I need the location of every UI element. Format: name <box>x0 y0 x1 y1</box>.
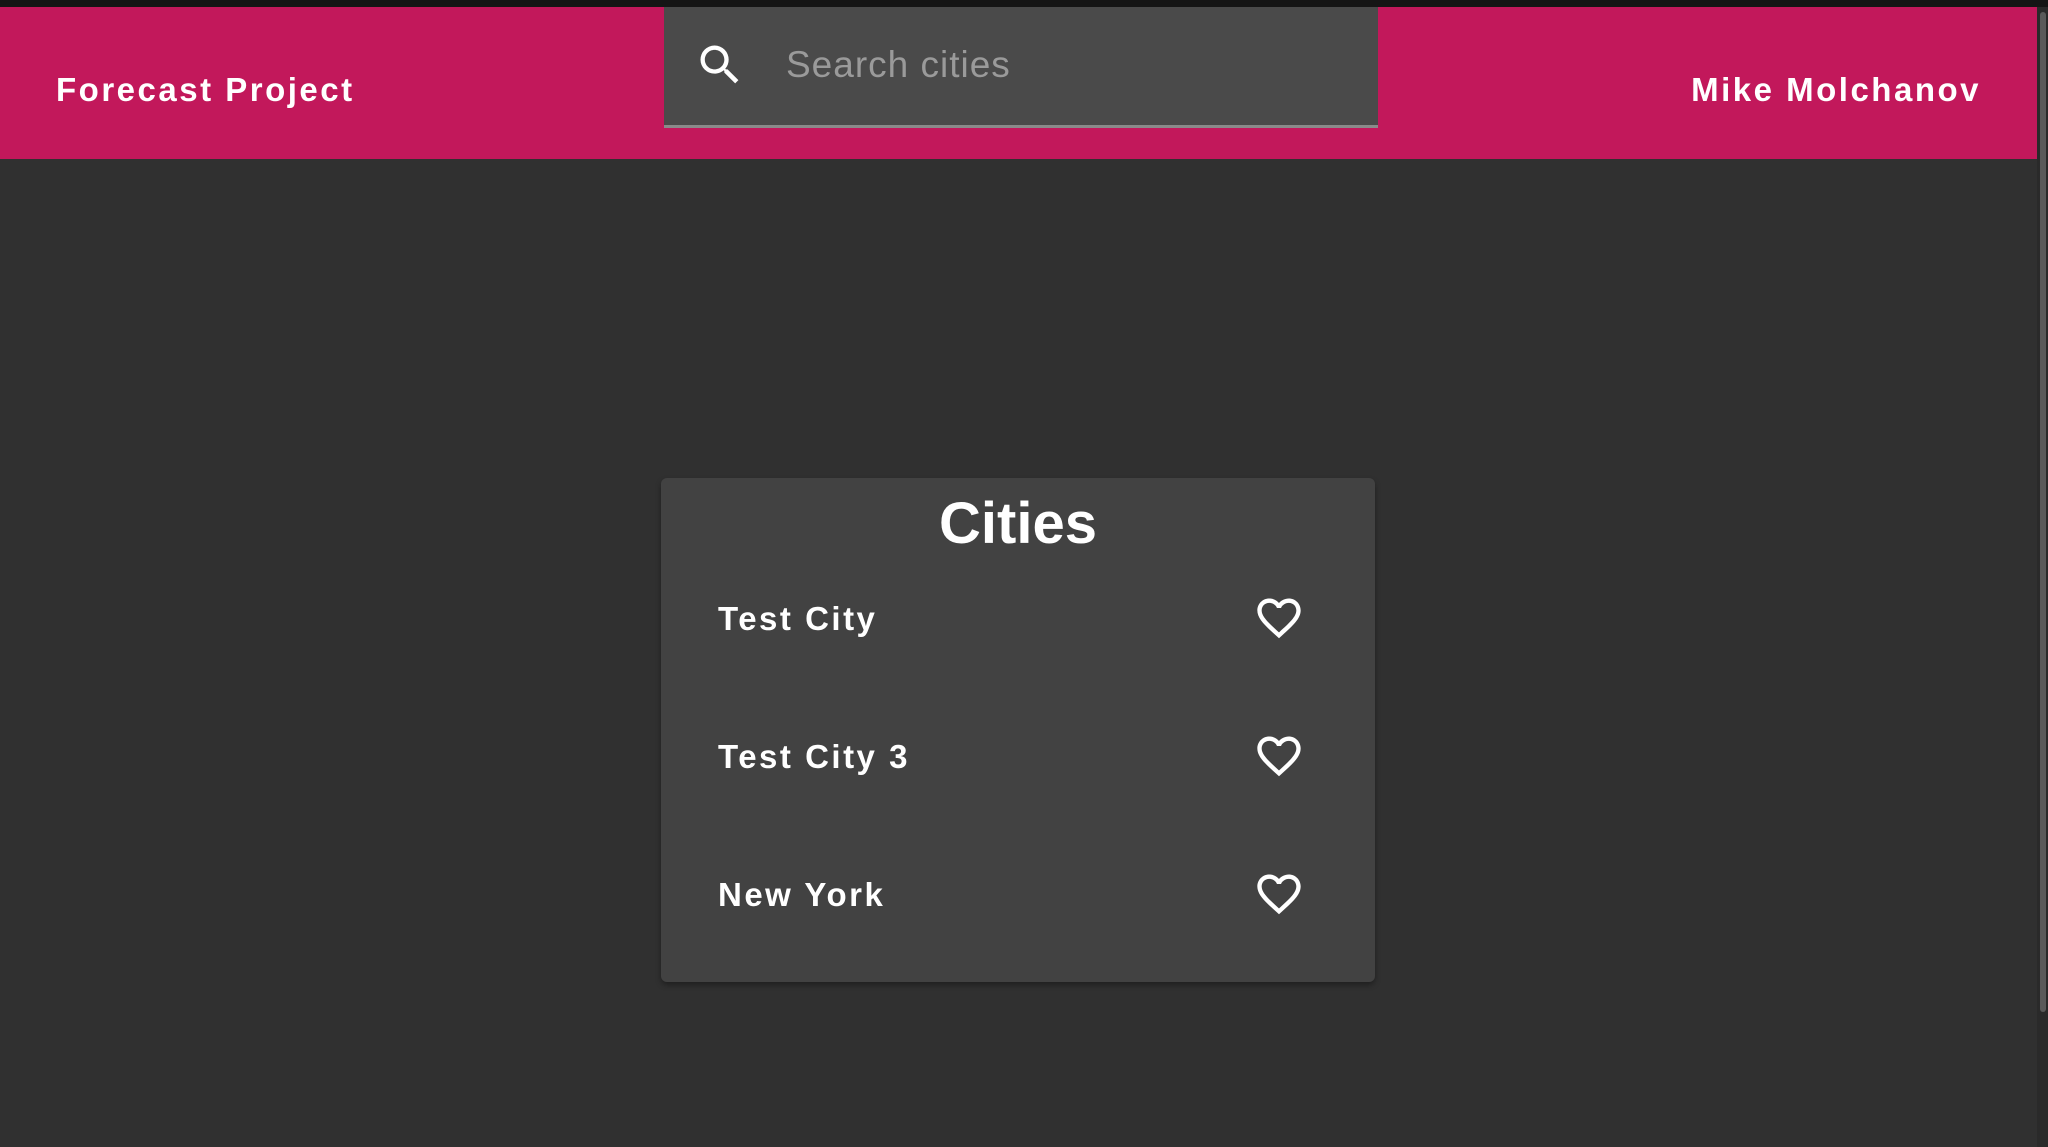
cities-card: Cities Test City Test City 3 New York <box>661 478 1375 982</box>
heart-outline-icon <box>1257 598 1301 639</box>
city-list-item[interactable]: New York <box>661 840 1375 950</box>
app-bar: Forecast Project Mike Molchanov <box>0 7 2037 159</box>
search-input[interactable] <box>786 35 1346 95</box>
favorite-button[interactable] <box>1249 588 1309 648</box>
heart-outline-icon <box>1257 874 1301 915</box>
city-list-item[interactable]: Test City 3 <box>661 702 1375 812</box>
user-name[interactable]: Mike Molchanov <box>1691 65 1981 115</box>
favorite-button[interactable] <box>1249 864 1309 924</box>
app-title[interactable]: Forecast Project <box>56 65 355 115</box>
city-name: New York <box>718 876 886 913</box>
city-name: Test City <box>718 600 878 637</box>
cities-title: Cities <box>939 491 1097 556</box>
city-name: Test City 3 <box>718 738 910 775</box>
favorite-button[interactable] <box>1249 726 1309 786</box>
browser-top-strip <box>0 0 2048 7</box>
city-list-item[interactable]: Test City <box>661 564 1375 674</box>
search-icon[interactable] <box>694 39 746 91</box>
scrollbar-thumb[interactable] <box>2040 12 2046 1012</box>
heart-outline-icon <box>1257 736 1301 777</box>
